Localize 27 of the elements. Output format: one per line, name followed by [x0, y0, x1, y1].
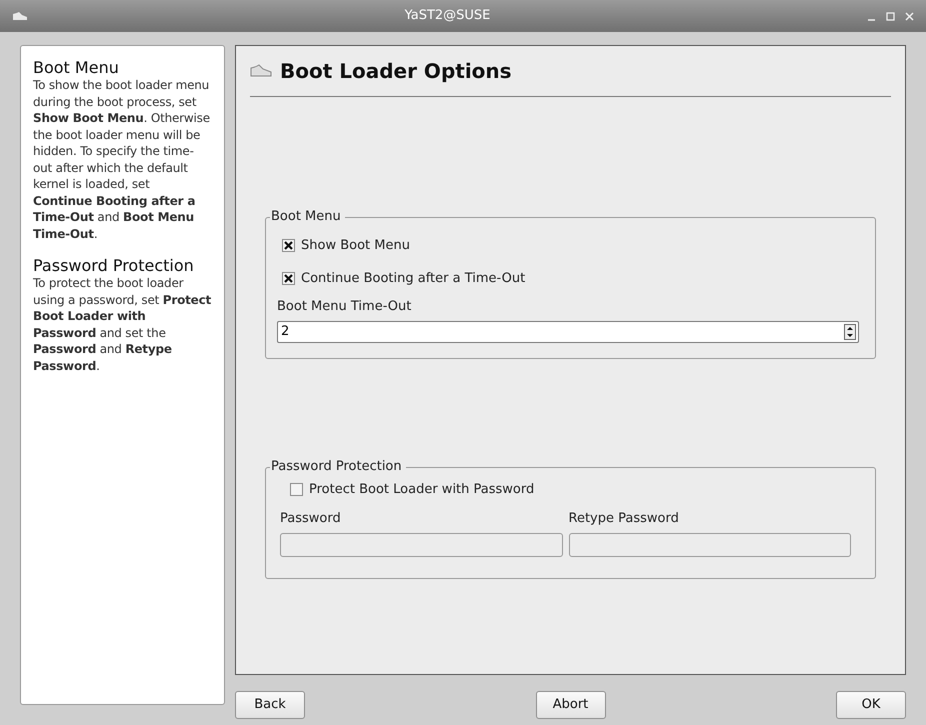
shoe-icon	[250, 64, 272, 78]
check-icon	[284, 274, 293, 283]
dialog-button[interactable]: Abort	[536, 691, 606, 719]
checkbox-label: Protect Boot Loader with Password	[309, 481, 534, 499]
spin-value: 2	[281, 322, 290, 341]
help-title: Password Protection	[33, 256, 195, 275]
field-label: Password	[280, 510, 342, 528]
close-icon[interactable]	[905, 12, 914, 20]
dialog-button[interactable]: OK	[836, 691, 906, 719]
maximize-icon[interactable]	[886, 12, 895, 20]
spin-box[interactable]: 2	[277, 320, 859, 342]
check-icon	[284, 241, 293, 250]
help-text: To protect the boot loader using a password, set Protect Boot Loader with Password and set the Password and Retype Password.	[33, 275, 212, 374]
field-label: Retype Password	[568, 510, 680, 528]
checkbox[interactable]	[290, 483, 303, 496]
window-title: YaST2@SUSE	[404, 7, 492, 26]
page-heading: Boot Loader Options	[280, 58, 512, 85]
checkbox[interactable]	[282, 239, 295, 252]
field-label: Boot Menu Time-Out	[277, 298, 412, 316]
spin-arrows-icon[interactable]	[844, 324, 856, 340]
checkbox[interactable]	[282, 272, 295, 285]
help-text: To show the boot loader menu during the boot process, set Show Boot Menu. Otherwise the boot loader menu will be hidden. To specify the time-out after which the default kernel is loaded, set Continue Booting after a Time-Out and Boot Menu Time-Out.	[33, 77, 211, 242]
checkbox-label: Show Boot Menu	[301, 237, 410, 255]
shoe-icon	[12, 11, 28, 21]
help-title: Boot Menu	[33, 58, 120, 77]
dialog-button[interactable]: Back	[235, 691, 305, 719]
checkbox-label: Continue Booting after a Time-Out	[301, 270, 526, 288]
